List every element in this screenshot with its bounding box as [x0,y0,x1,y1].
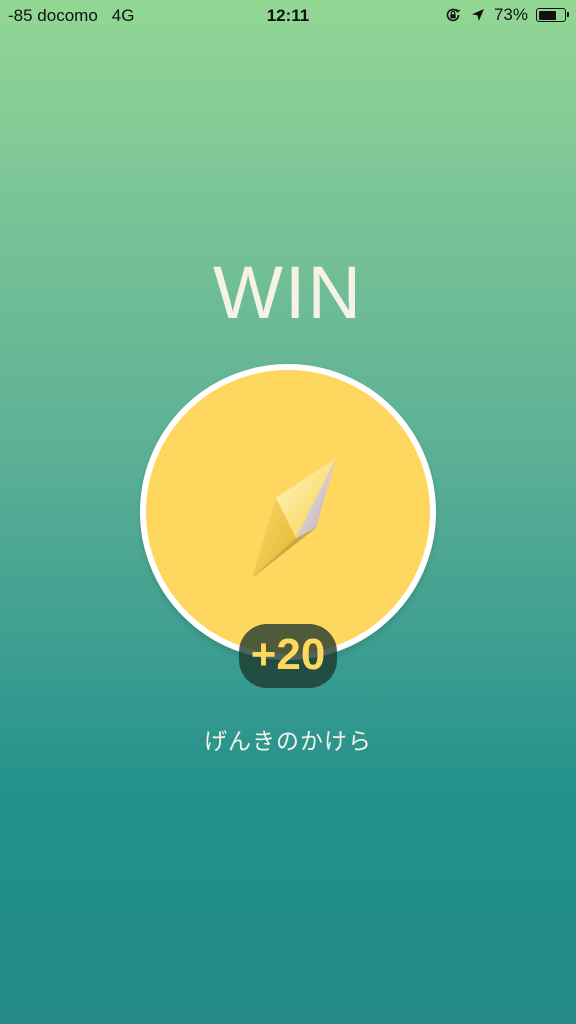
result-title: WIN [213,251,363,334]
shard-icon [242,450,342,584]
reward-item-name: げんきのかけら [204,729,372,755]
battery-fill [538,10,557,20]
rotation-lock-icon [444,6,462,24]
location-arrow-icon [470,7,486,23]
battery-percent: 73% [493,5,528,24]
battery-icon [536,8,569,22]
reward-count: +20 [250,630,326,679]
reward-circle [140,364,436,660]
status-bar: -85 docomo 4G 12:11 73% [0,0,576,34]
status-icons: 73% [444,5,569,25]
